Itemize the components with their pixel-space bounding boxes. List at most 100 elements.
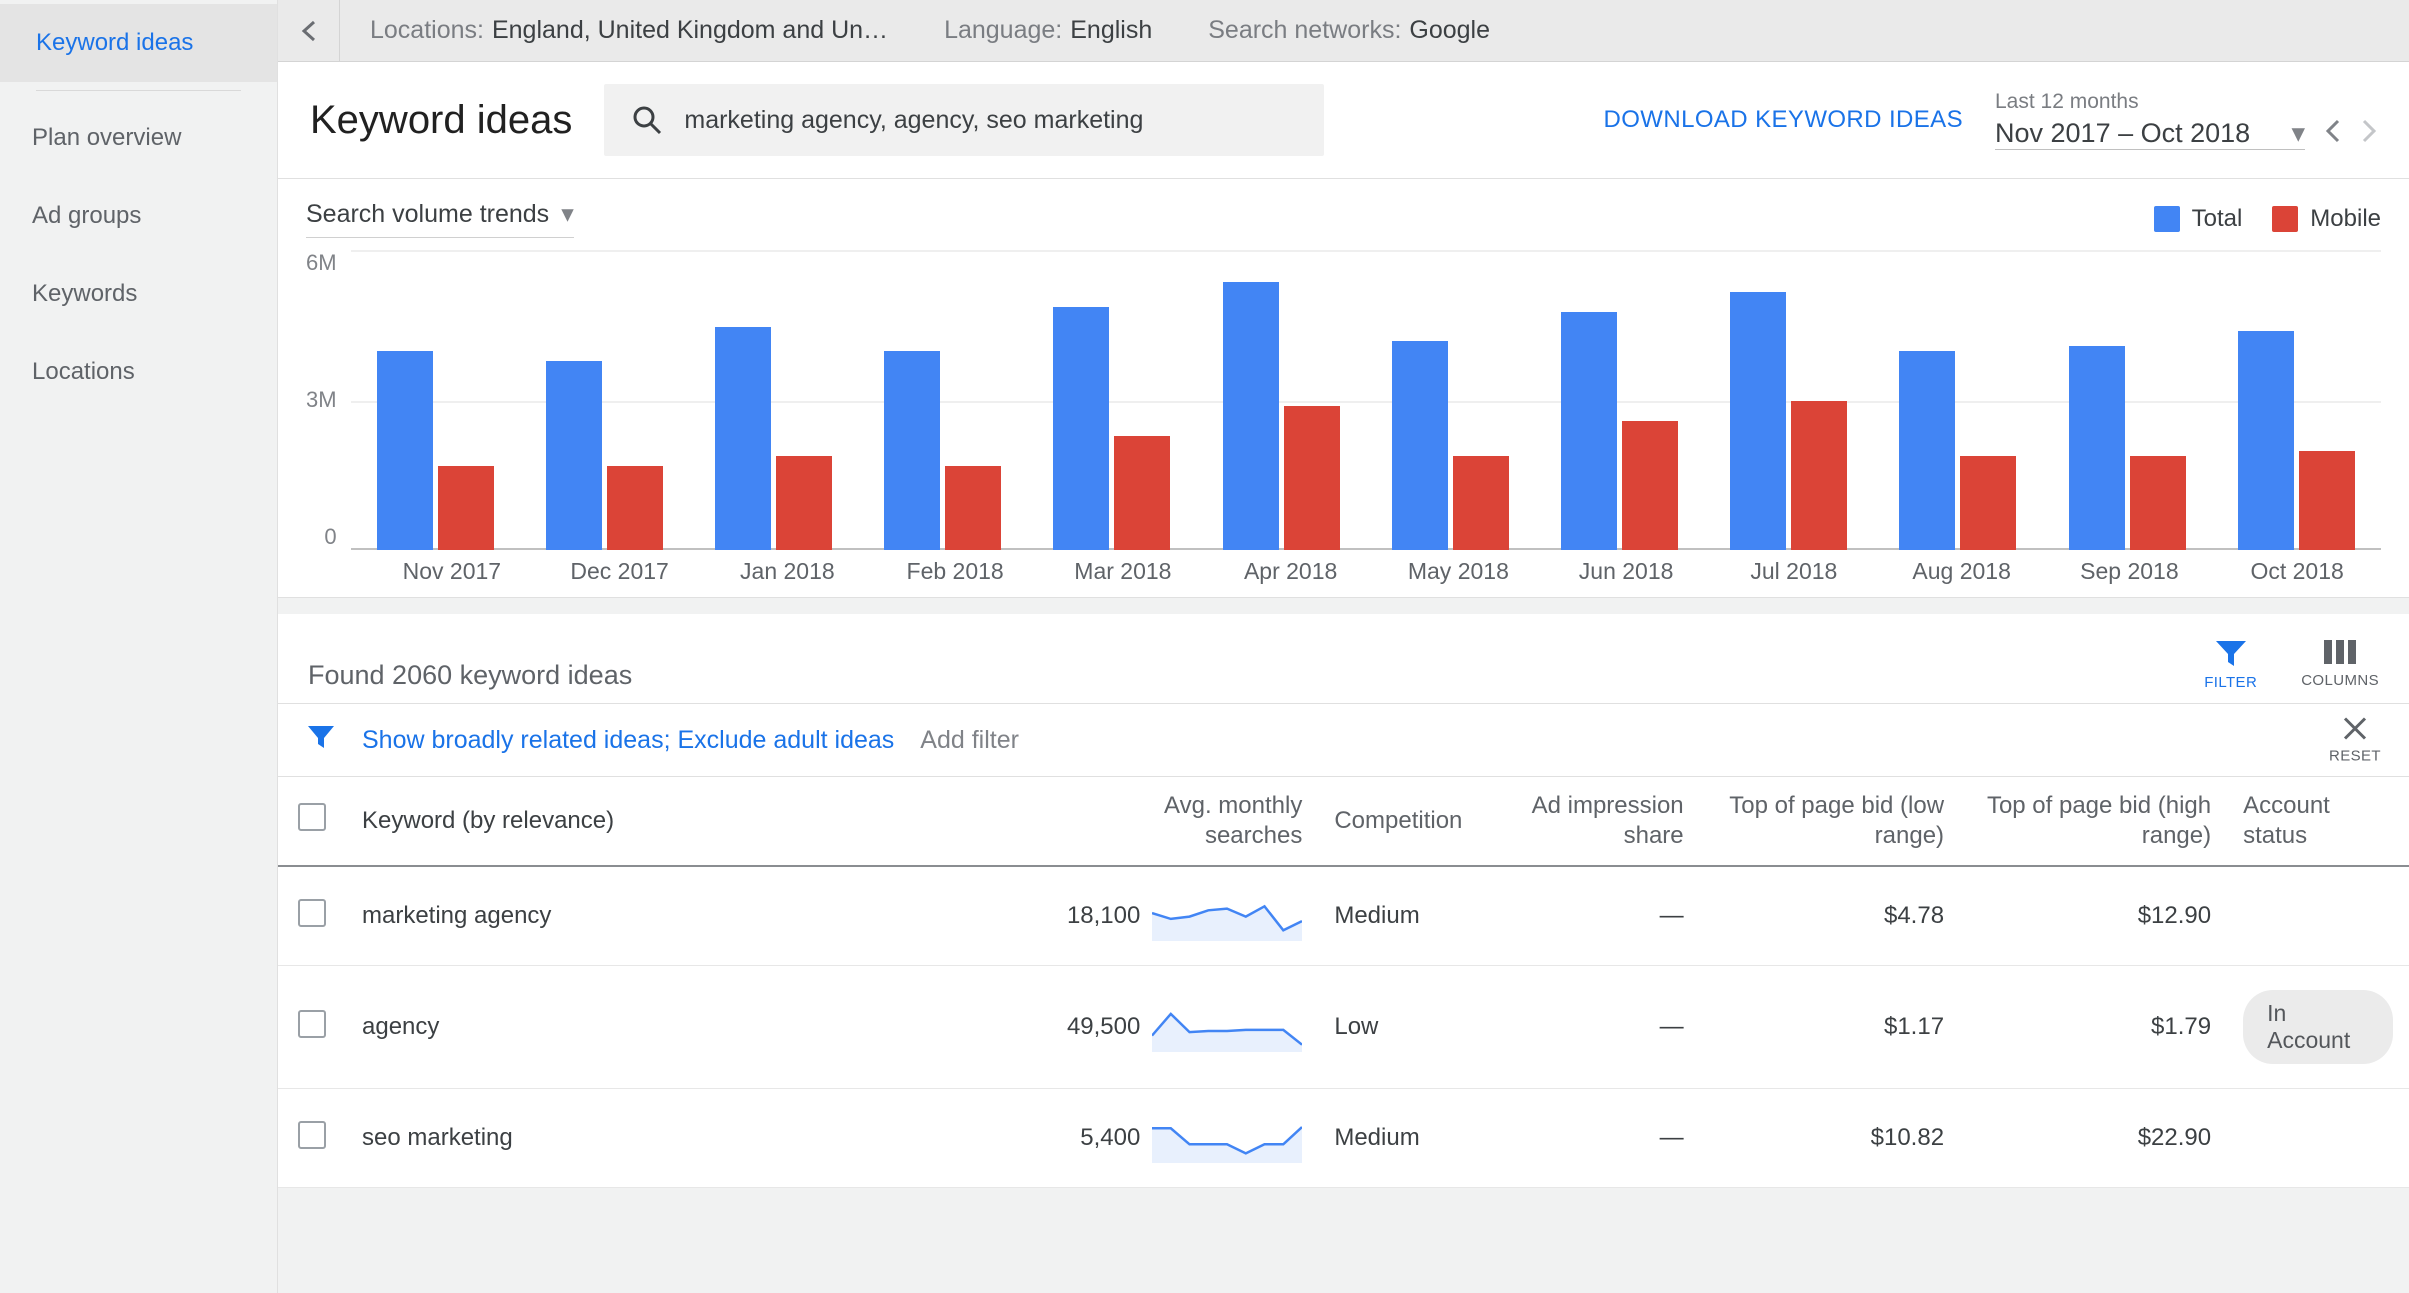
col-impression-share[interactable]: Ad impression share — [1478, 777, 1699, 866]
sidebar-item-ad-groups[interactable]: Ad groups — [0, 177, 277, 255]
caret-down-icon: ▾ — [2291, 118, 2305, 149]
criteria-locations[interactable]: Locations: England, United Kingdom and U… — [370, 16, 888, 45]
criteria-label: Search networks: — [1208, 16, 1401, 45]
sidebar-item-label: Keywords — [32, 280, 137, 308]
chart-bar-total[interactable] — [546, 361, 602, 550]
col-avg-searches[interactable]: Avg. monthly searches — [1046, 777, 1318, 866]
chart-x-axis: Nov 2017Dec 2017Jan 2018Feb 2018Mar 2018… — [368, 558, 2381, 585]
col-bid-low[interactable]: Top of page bid (low range) — [1700, 777, 1960, 866]
chart-month-group — [1197, 252, 1366, 550]
active-filters-link[interactable]: Show broadly related ideas; Exclude adul… — [362, 726, 894, 755]
chart-bar-mobile[interactable] — [1791, 401, 1847, 550]
chart-month-group — [1535, 252, 1704, 550]
filter-button[interactable]: FILTER — [2204, 638, 2257, 691]
chart-bar-total[interactable] — [2238, 331, 2294, 550]
chart-bar-mobile[interactable] — [1960, 456, 2016, 550]
sidebar-item-label: Keyword ideas — [36, 29, 193, 57]
cell-bid-high: $22.90 — [1960, 1089, 2227, 1188]
chart-bar-total[interactable] — [884, 351, 940, 550]
chart-bar-total[interactable] — [1053, 307, 1109, 550]
cell-impression-share: — — [1478, 866, 1699, 966]
sidebar-item-plan-overview[interactable]: Plan overview — [0, 99, 277, 177]
account-status-badge: In Account — [2243, 990, 2393, 1064]
criteria-language[interactable]: Language: English — [944, 16, 1152, 45]
chart-bar-total[interactable] — [1561, 312, 1617, 550]
row-checkbox[interactable] — [298, 1010, 326, 1038]
columns-button[interactable]: COLUMNS — [2301, 638, 2379, 691]
table-row[interactable]: marketing agency18,100Medium—$4.78$12.90 — [278, 866, 2409, 966]
cell-impression-share: — — [1478, 1089, 1699, 1188]
results-header: Found 2060 keyword ideas FILTER COLUMNS — [278, 598, 2409, 704]
chart-month-group — [351, 252, 520, 550]
cell-searches: 18,100 — [1046, 866, 1318, 966]
add-filter-button[interactable]: Add filter — [920, 726, 1019, 755]
date-range-label: Last 12 months — [1995, 90, 2377, 114]
search-volume-chart-card: Search volume trends ▾ Total Mobile — [278, 179, 2409, 598]
criteria-networks[interactable]: Search networks: Google — [1208, 16, 1490, 45]
table-header-row: Keyword (by relevance) Avg. monthly sear… — [278, 777, 2409, 866]
keyword-search-box[interactable] — [604, 84, 1324, 156]
chart-bar-total[interactable] — [2069, 346, 2125, 550]
chart-bar-total[interactable] — [1392, 341, 1448, 550]
chart-month-group — [1704, 252, 1873, 550]
sidebar-item-label: Locations — [32, 358, 135, 386]
col-account-status[interactable]: Account status — [2227, 777, 2409, 866]
criteria-value: Google — [1409, 16, 1490, 45]
sidebar-item-keywords[interactable]: Keywords — [0, 255, 277, 333]
date-range-next-button[interactable] — [2361, 119, 2377, 150]
close-icon — [2342, 716, 2368, 742]
chart-bar-total[interactable] — [1223, 282, 1279, 550]
download-keyword-ideas-button[interactable]: DOWNLOAD KEYWORD IDEAS — [1603, 106, 1963, 134]
cell-account-status — [2227, 1089, 2409, 1188]
chart-month-group — [689, 252, 858, 550]
col-bid-high[interactable]: Top of page bid (high range) — [1960, 777, 2227, 866]
chart-bar-mobile[interactable] — [1622, 421, 1678, 550]
date-range-picker[interactable]: Last 12 months Nov 2017 – Oct 2018 ▾ — [1995, 90, 2377, 150]
sparkline-icon — [1152, 1002, 1302, 1052]
y-tick: 3M — [306, 387, 337, 413]
col-keyword[interactable]: Keyword (by relevance) — [346, 777, 1046, 866]
chart-bar-mobile[interactable] — [2299, 451, 2355, 550]
legend-item-total: Total — [2154, 205, 2243, 233]
row-checkbox[interactable] — [298, 899, 326, 927]
left-sidebar: Keyword ideas Plan overview Ad groups Ke… — [0, 0, 278, 1293]
criteria-label: Language: — [944, 16, 1062, 45]
table-row[interactable]: seo marketing5,400Medium—$10.82$22.90 — [278, 1089, 2409, 1188]
cell-bid-high: $1.79 — [1960, 966, 2227, 1089]
table-row[interactable]: agency49,500Low—$1.17$1.79In Account — [278, 966, 2409, 1089]
cell-competition: Medium — [1318, 1089, 1478, 1188]
keyword-search-input[interactable] — [684, 106, 1296, 135]
chart-month-group — [520, 252, 689, 550]
chart-bar-mobile[interactable] — [2130, 456, 2186, 550]
criteria-list: Locations: England, United Kingdom and U… — [340, 16, 2377, 45]
sidebar-item-keyword-ideas[interactable]: Keyword ideas — [0, 4, 277, 82]
date-range-prev-button[interactable] — [2325, 119, 2341, 150]
x-tick: Oct 2018 — [2213, 558, 2381, 585]
chart-bar-mobile[interactable] — [1114, 436, 1170, 550]
row-checkbox[interactable] — [298, 1121, 326, 1149]
chart-bar-mobile[interactable] — [945, 466, 1001, 550]
chart-bar-total[interactable] — [377, 351, 433, 550]
chart-bar-mobile[interactable] — [776, 456, 832, 550]
columns-icon — [2323, 638, 2357, 666]
chart-bar-mobile[interactable] — [438, 466, 494, 550]
reset-filters-button[interactable]: RESET — [2329, 716, 2381, 765]
chart-bar-mobile[interactable] — [1284, 406, 1340, 550]
x-tick: May 2018 — [1375, 558, 1543, 585]
cell-competition: Medium — [1318, 866, 1478, 966]
col-competition[interactable]: Competition — [1318, 777, 1478, 866]
chart-bar-total[interactable] — [715, 327, 771, 551]
chart-bar-total[interactable] — [1899, 351, 1955, 550]
sidebar-item-locations[interactable]: Locations — [0, 333, 277, 411]
chart-type-dropdown[interactable]: Search volume trends ▾ — [306, 199, 574, 238]
select-all-checkbox[interactable] — [298, 803, 326, 831]
chart-bar-total[interactable] — [1730, 292, 1786, 550]
chart-bar-mobile[interactable] — [607, 466, 663, 550]
cell-bid-low: $10.82 — [1700, 1089, 1960, 1188]
y-tick: 6M — [306, 250, 337, 276]
collapse-sidebar-button[interactable] — [278, 0, 340, 62]
keyword-ideas-table: Keyword (by relevance) Avg. monthly sear… — [278, 777, 2409, 1188]
chart-bar-mobile[interactable] — [1453, 456, 1509, 550]
chart-month-group — [858, 252, 1027, 550]
page-title: Keyword ideas — [310, 98, 572, 143]
